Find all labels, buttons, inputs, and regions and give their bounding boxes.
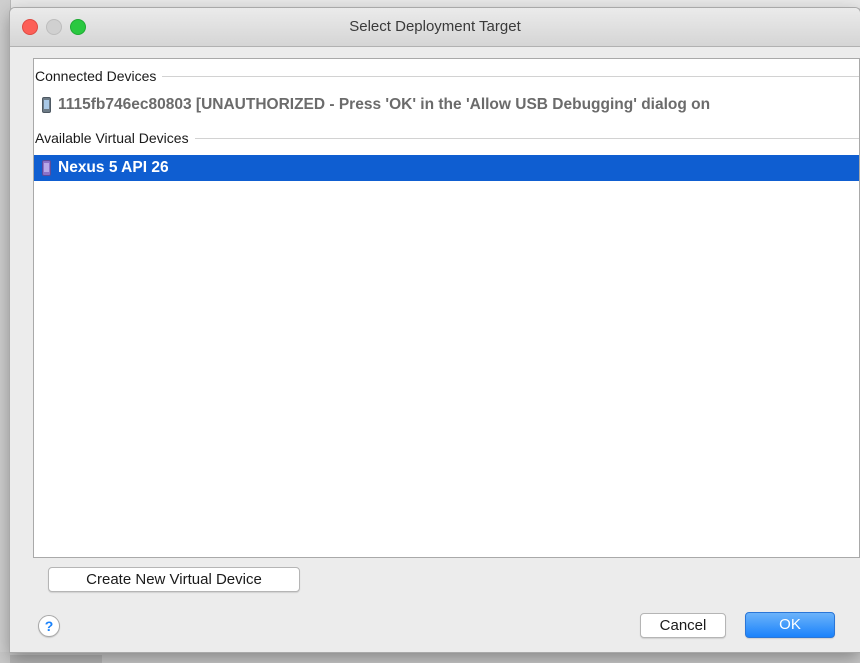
title-bar: Select Deployment Target xyxy=(10,8,860,47)
device-row-nexus-5[interactable]: Nexus 5 API 26 xyxy=(34,155,859,181)
ide-background-bottom xyxy=(0,652,860,663)
create-new-virtual-device-button[interactable]: Create New Virtual Device xyxy=(48,567,300,592)
cancel-button[interactable]: Cancel xyxy=(640,613,726,638)
virtual-device-label: Nexus 5 API 26 xyxy=(58,159,169,176)
select-deployment-target-dialog: Select Deployment Target Connected Devic… xyxy=(10,8,860,652)
ide-background-bottom-segment xyxy=(10,655,102,663)
connected-devices-header: Connected Devices xyxy=(34,66,859,86)
dialog-title: Select Deployment Target xyxy=(349,18,521,35)
connected-device-label: 1115fb746ec80803 [UNAUTHORIZED - Press '… xyxy=(58,96,711,113)
device-list[interactable]: Connected Devices 1115fb746ec80803 [UNAU… xyxy=(33,58,860,558)
section-divider xyxy=(194,137,859,139)
emulator-phone-icon xyxy=(42,160,51,176)
phone-icon xyxy=(42,97,51,113)
ok-button[interactable]: OK xyxy=(745,612,835,638)
help-icon[interactable]: ? xyxy=(38,615,60,637)
virtual-devices-label: Available Virtual Devices xyxy=(35,130,189,146)
section-divider xyxy=(162,75,859,77)
connected-devices-label: Connected Devices xyxy=(35,68,157,84)
device-row-connected[interactable]: 1115fb746ec80803 [UNAUTHORIZED - Press '… xyxy=(34,92,859,118)
ide-background-top xyxy=(0,0,860,8)
virtual-devices-header: Available Virtual Devices xyxy=(34,128,859,148)
